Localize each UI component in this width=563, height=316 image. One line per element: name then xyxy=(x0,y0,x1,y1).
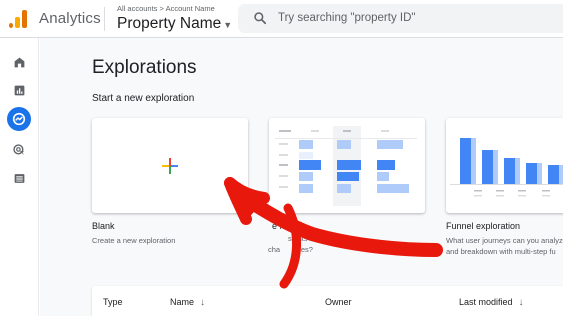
template-card-funnel[interactable] xyxy=(446,118,563,213)
template-label-funnel: Funnel exploration xyxy=(446,221,521,231)
search-box[interactable]: Try searching "property ID" xyxy=(238,4,563,33)
nav-reports[interactable] xyxy=(7,78,31,102)
analytics-logo-icon[interactable] xyxy=(9,10,31,28)
template-desc-funnel-1: What user journeys can you analyz xyxy=(446,236,563,245)
free-form-thumbnail xyxy=(275,126,417,206)
top-app-bar: Analytics All accounts > Account Name Pr… xyxy=(0,0,563,38)
template-card-blank[interactable] xyxy=(92,118,248,213)
column-name-label: Name xyxy=(170,297,195,307)
property-name: Property Name xyxy=(117,15,222,32)
column-type[interactable]: Type xyxy=(103,297,123,307)
template-label-blank: Blank xyxy=(92,221,115,231)
column-last-modified[interactable]: Last modified ↓ xyxy=(459,297,524,308)
divider xyxy=(104,7,105,31)
explore-icon xyxy=(12,112,26,126)
main-content: Explorations Start a new exploration Bla… xyxy=(40,38,563,316)
search-icon xyxy=(254,12,267,25)
configure-icon xyxy=(14,173,24,183)
template-desc-funnel-2: and breakdown with multi-step fu xyxy=(446,247,556,256)
plus-icon xyxy=(162,158,178,174)
column-owner[interactable]: Owner xyxy=(325,297,352,307)
section-subtitle: Start a new exploration xyxy=(92,93,195,104)
nav-configure[interactable] xyxy=(7,166,31,190)
column-last-modified-label: Last modified xyxy=(459,297,513,307)
explorations-table-header: Type Name ↓ Owner Last modified ↓ xyxy=(92,286,563,316)
funnel-thumbnail xyxy=(450,138,563,197)
property-picker[interactable]: Property Name ▼ xyxy=(117,15,232,33)
template-card-free-form[interactable] xyxy=(269,118,425,213)
nav-advertising[interactable] xyxy=(7,138,31,162)
breadcrumb[interactable]: All accounts > Account Name xyxy=(117,4,215,13)
left-nav xyxy=(0,38,39,316)
app-title: Analytics xyxy=(39,10,101,27)
column-name[interactable]: Name ↓ xyxy=(170,297,205,308)
home-icon xyxy=(14,57,24,67)
reports-icon xyxy=(14,85,24,95)
search-input[interactable]: Try searching "property ID" xyxy=(278,12,415,24)
caret-down-icon: ▼ xyxy=(223,20,233,30)
page-title: Explorations xyxy=(92,57,197,78)
sort-arrow-icon: ↓ xyxy=(200,297,206,308)
template-desc-free-form-1: sights can you xyxy=(288,234,336,243)
sort-arrow-icon: ↓ xyxy=(518,297,524,308)
template-desc-blank: Create a new exploration xyxy=(92,236,176,245)
advertising-icon xyxy=(13,144,25,156)
template-desc-free-form-3: bles? xyxy=(295,245,313,254)
nav-home[interactable] xyxy=(7,50,31,74)
nav-explore[interactable] xyxy=(7,107,31,131)
template-desc-free-form-2: cha xyxy=(268,245,281,254)
template-label-free-form: e form xyxy=(272,221,298,231)
